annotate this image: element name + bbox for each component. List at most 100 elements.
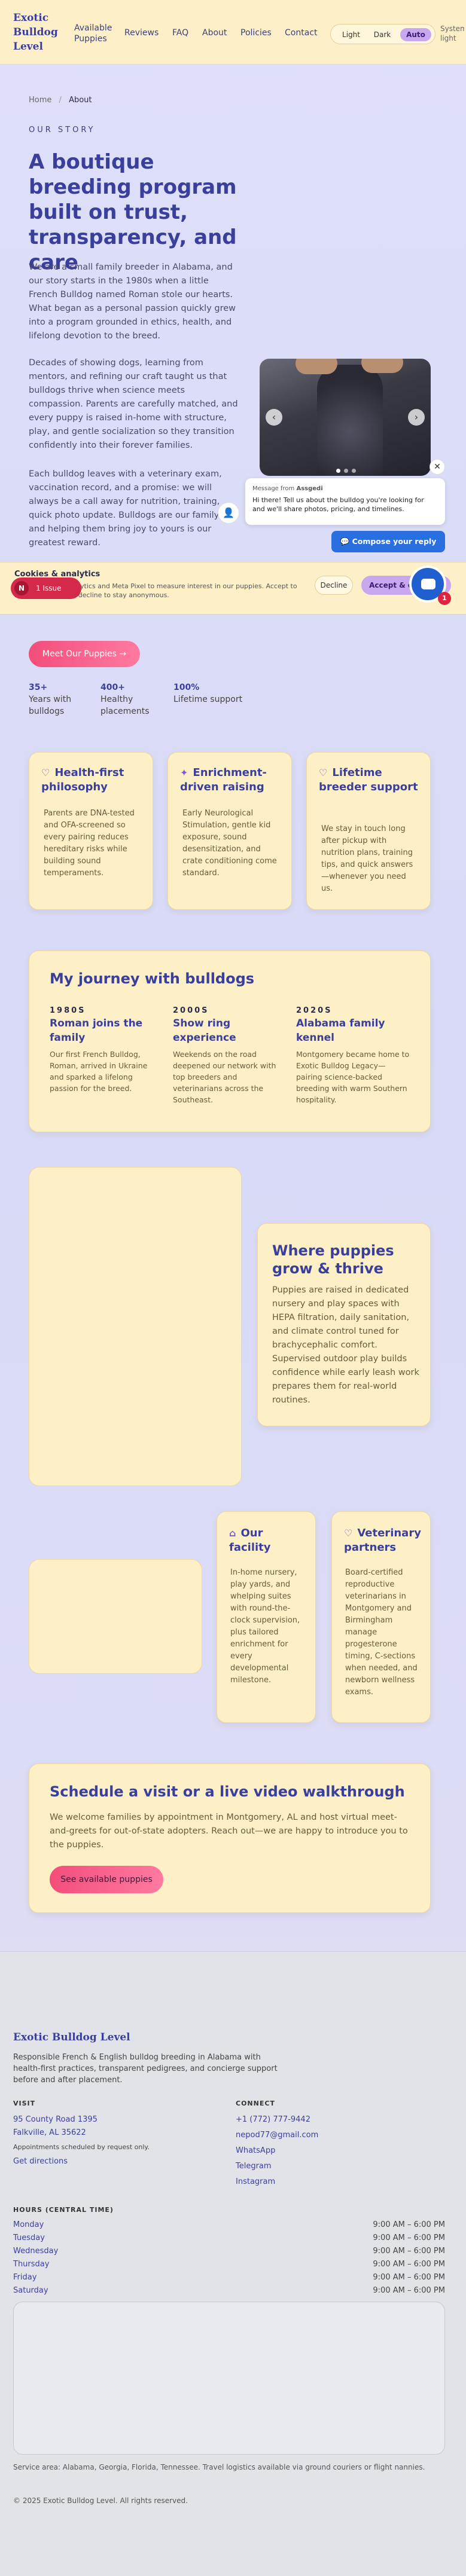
journey-item-title: Alabama family kennel xyxy=(296,1017,385,1044)
footer-brand[interactable]: Exotic Bulldog Level xyxy=(13,2031,130,2043)
value-card-enrichment: ✦ Enrichment-driven raising Early Neurolo… xyxy=(167,752,292,910)
journey-year: 1980S xyxy=(50,1006,86,1015)
footer-address-line2: Falkville, AL 35622 xyxy=(13,2128,86,2137)
visit-text: We welcome families by appointment in Mo… xyxy=(50,1813,408,1850)
footer-telegram-link[interactable]: Telegram xyxy=(236,2161,272,2172)
heart-icon: ♡ xyxy=(319,767,328,778)
hours-row: Friday 9:00 AM – 6:00 PM xyxy=(13,2273,445,2282)
hours-row: Thursday 9:00 AM – 6:00 PM xyxy=(13,2260,445,2269)
photo-detail xyxy=(361,359,403,373)
journey-item: 1980S Roman joins the family Our first F… xyxy=(50,1006,163,1094)
breadcrumb-current: About xyxy=(69,96,92,105)
issues-badge[interactable]: N 1 Issue xyxy=(11,577,81,599)
value-text: Parents are DNA-tested and OFA-screened … xyxy=(44,809,135,878)
nav-about[interactable]: About xyxy=(202,28,227,38)
footer-service-area: Service area: Alabama, Georgia, Florida,… xyxy=(13,2463,425,2471)
facility-image-placeholder xyxy=(29,1559,202,1674)
journey-item-text: Montgomery became home to Exotic Bulldog… xyxy=(296,1050,410,1104)
value-title: ♡ Lifetime breeder support xyxy=(319,766,418,793)
site-header: Exotic Bulldog Level Available Puppies R… xyxy=(0,0,466,65)
eyebrow: OUR STORY xyxy=(29,126,96,135)
footer-instagram-link[interactable]: Instagram xyxy=(236,2176,275,2187)
chat-message[interactable]: Message from Assgedi Hi there! Tell us a… xyxy=(245,478,445,525)
meet-puppies-button[interactable]: Meet Our Puppies → xyxy=(29,641,140,667)
map-embed[interactable] xyxy=(13,2302,445,2455)
hours-row: Wednesday 9:00 AM – 6:00 PM xyxy=(13,2247,445,2256)
value-title: ♡ Health-first philosophy xyxy=(41,766,124,793)
vets-text: Board-certified reproductive veterinaria… xyxy=(345,1568,418,1697)
compose-reply-button[interactable]: 💬 Compose your reply xyxy=(331,531,445,552)
breadcrumb-home[interactable]: Home xyxy=(29,96,51,105)
heart-icon: ♡ xyxy=(41,767,50,778)
facility-card: ⌂ Our facility In-home nursery, play yard… xyxy=(217,1511,316,1723)
stat-support: 100% Lifetime support xyxy=(173,683,243,704)
journey-item-text: Weekends on the road deepened our networ… xyxy=(173,1050,276,1104)
journey-item: 2020S Alabama family kennel Montgomery b… xyxy=(296,1006,410,1105)
issues-icon: N xyxy=(14,581,29,595)
vets-title: ♡ Veterinary partners xyxy=(344,1527,421,1554)
hours-row: Tuesday 9:00 AM – 6:00 PM xyxy=(13,2233,445,2242)
journey-year: 2000S xyxy=(173,1006,209,1015)
theme-status: System: light xyxy=(440,25,464,42)
photo-carousel: ‹ › xyxy=(260,359,431,476)
carousel-next-button[interactable]: › xyxy=(408,409,425,426)
dog-photo xyxy=(317,365,383,476)
see-puppies-button[interactable]: See available puppies xyxy=(50,1866,163,1893)
nav-available-puppies[interactable]: Available Puppies xyxy=(74,23,122,44)
carousel-dots xyxy=(336,464,360,475)
chat-text: Hi there! Tell us about the bulldog you'… xyxy=(252,496,424,513)
issues-label: 1 Issue xyxy=(36,584,62,592)
nav-policies[interactable]: Policies xyxy=(240,28,272,38)
footer-phone-link[interactable]: +1 (772) 777-9442 xyxy=(236,2114,310,2125)
footer-address-line1: 95 County Road 1395 xyxy=(13,2115,98,2124)
sparkle-icon: ✦ xyxy=(180,767,188,778)
footer-hours-heading: HOURS (CENTRAL TIME) xyxy=(13,2206,114,2214)
carousel-dot[interactable] xyxy=(352,469,356,473)
chat-unread-badge: 1 xyxy=(438,592,451,605)
footer-description: Responsible French & English bulldog bre… xyxy=(13,2053,278,2085)
value-text: Early Neurological Stimulation, gentle k… xyxy=(182,809,277,878)
journey-year: 2020S xyxy=(296,1006,333,1015)
vets-card: ♡ Veterinary partners Board-certified rep… xyxy=(331,1511,431,1723)
journey-item-title: Roman joins the family xyxy=(50,1017,143,1044)
photo-detail xyxy=(296,359,337,374)
nav-reviews[interactable]: Reviews xyxy=(124,28,159,38)
nav-faq[interactable]: FAQ xyxy=(172,28,188,38)
cookie-decline-button[interactable]: Decline xyxy=(315,576,353,595)
theme-dark-button[interactable]: Dark xyxy=(368,28,397,41)
carousel-dot[interactable] xyxy=(336,469,340,473)
heart-icon: ♡ xyxy=(344,1527,353,1539)
page-title: A boutique breeding program built on tru… xyxy=(29,150,237,274)
chat-launcher-button[interactable]: 1 xyxy=(409,566,451,605)
facility-title: ⌂ Our facility xyxy=(229,1527,271,1554)
breadcrumb-separator: / xyxy=(59,96,62,105)
footer-directions-link[interactable]: Get directions xyxy=(13,2156,68,2167)
theme-light-button[interactable]: Light xyxy=(337,28,366,41)
footer-whatsapp-link[interactable]: WhatsApp xyxy=(236,2145,275,2156)
footer-email-link[interactable]: nepod77@gmail.com xyxy=(236,2129,318,2141)
chat-sender: Message from Assgedi xyxy=(252,485,323,492)
footer-visit-heading: VISIT xyxy=(13,2100,36,2107)
brand-logo[interactable]: Exotic Bulldog Level xyxy=(13,11,65,54)
journey-item-title: Show ring experience xyxy=(173,1017,236,1044)
theme-switcher: Light Dark Auto xyxy=(330,24,435,44)
journey-section: My journey with bulldogs 1980S Roman joi… xyxy=(29,951,431,1132)
intro-paragraph: We are a small family breeder in Alabama… xyxy=(29,262,236,341)
footer-appointments: Appointments scheduled by request only. xyxy=(13,2143,150,2151)
chat-close-button[interactable]: ✕ xyxy=(430,459,445,475)
visit-section: Schedule a visit or a live video walkthr… xyxy=(29,1764,431,1913)
nav-contact[interactable]: Contact xyxy=(285,28,317,38)
carousel-dot[interactable] xyxy=(344,469,348,473)
journey-item: 2000S Show ring experience Weekends on t… xyxy=(173,1006,287,1105)
chat-bubble-icon xyxy=(421,579,435,589)
visit-title: Schedule a visit or a live video walkthr… xyxy=(50,1783,405,1800)
theme-auto-button[interactable]: Auto xyxy=(400,28,431,41)
value-text: We stay in touch long after pickup with … xyxy=(321,824,413,893)
value-card-health: ♡ Health-first philosophy Parents are DNA… xyxy=(29,752,153,910)
journey-item-text: Our first French Bulldog, Roman, arrived… xyxy=(50,1050,148,1093)
grow-section: Where puppies grow & thrive Puppies are … xyxy=(257,1223,431,1426)
story-paragraph: Decades of showing dogs, learning from m… xyxy=(29,358,238,450)
carousel-prev-button[interactable]: ‹ xyxy=(266,409,282,426)
footer-connect-heading: CONNECT xyxy=(236,2100,275,2107)
facility-text: In-home nursery, play yards, and whelpin… xyxy=(230,1568,300,1685)
